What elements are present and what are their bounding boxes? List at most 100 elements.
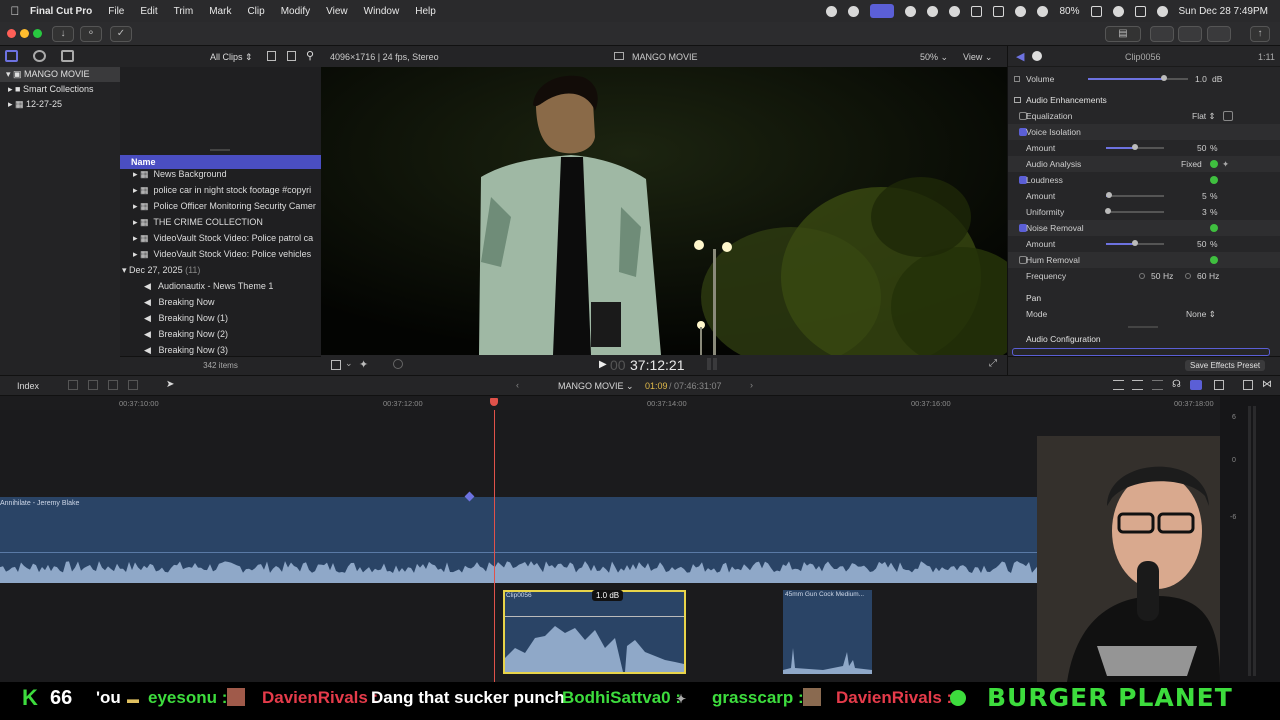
enhance-icon[interactable]: ✦: [359, 358, 368, 371]
overwrite-clip-icon[interactable]: [128, 380, 138, 390]
uniformity-slider[interactable]: [1104, 208, 1164, 214]
select-tool-icon[interactable]: ➤: [166, 379, 174, 390]
eq-graph-icon[interactable]: [1223, 111, 1233, 121]
list-item[interactable]: ◀ Audionautix - News Theme 1: [120, 278, 321, 294]
expand-icon[interactable]: ⋈: [1262, 379, 1272, 390]
control-center-icon[interactable]: [1134, 5, 1146, 17]
status-icon[interactable]: [826, 5, 838, 17]
list-item[interactable]: ▸ ▦ police car in night stock footage #c…: [120, 182, 321, 198]
timecode-display[interactable]: 37:12:21: [630, 357, 685, 373]
menu-window[interactable]: Window: [364, 6, 400, 17]
freq-60-radio[interactable]: [1185, 273, 1191, 279]
equalization-dropdown[interactable]: Flat ⇕: [1192, 108, 1216, 124]
zoom-in-icon[interactable]: [1132, 380, 1143, 390]
clip-volume-line[interactable]: [505, 616, 684, 617]
workspace-icon[interactable]: ▤: [1105, 26, 1141, 42]
freq-50-radio[interactable]: [1139, 273, 1145, 279]
audio-enhancements-header[interactable]: Audio Enhancements: [1008, 92, 1280, 108]
magic-wand-icon[interactable]: ✦: [1222, 156, 1229, 172]
show-timeline-icon[interactable]: [1178, 26, 1202, 42]
headphones-icon[interactable]: ☊: [1172, 379, 1181, 390]
insert-clip-icon[interactable]: [88, 380, 98, 390]
play-icon[interactable]: [927, 5, 939, 17]
import-icon[interactable]: ↓: [52, 26, 74, 42]
list-item[interactable]: ◀ Breaking Now (1): [120, 310, 321, 326]
creative-cloud-icon[interactable]: [848, 5, 860, 17]
photos-audio-icon[interactable]: [33, 50, 46, 62]
close-window-button[interactable]: [7, 29, 16, 38]
show-inspector-icon[interactable]: [1207, 26, 1231, 42]
list-item[interactable]: ◀ Breaking Now (2): [120, 326, 321, 342]
clip-appearance-icon[interactable]: [1214, 380, 1224, 390]
wifi-icon[interactable]: [1037, 5, 1049, 17]
audio-inspector-icon[interactable]: ◀: [1016, 50, 1024, 63]
slider-knob[interactable]: [1104, 208, 1111, 214]
battery-icon[interactable]: [1090, 5, 1102, 17]
volume-slider[interactable]: [1088, 75, 1188, 81]
info-inspector-icon[interactable]: [1032, 51, 1042, 61]
timeline-index-icon[interactable]: [1243, 380, 1253, 390]
menu-edit[interactable]: Edit: [140, 6, 157, 17]
volume-value[interactable]: 1.0: [1195, 71, 1207, 87]
volume-icon[interactable]: [949, 5, 961, 17]
timeline-ruler[interactable]: 00:37:10:00 00:37:12:00 00:37:14:00 00:3…: [0, 396, 1220, 410]
menu-app[interactable]: Final Cut Pro: [30, 6, 92, 17]
zoom-out-icon[interactable]: [1113, 380, 1124, 390]
noise-amount-slider[interactable]: [1106, 240, 1164, 246]
clip-filter-dropdown[interactable]: All Clips ⇕: [210, 52, 253, 63]
message-icon[interactable]: [993, 5, 1005, 17]
clock[interactable]: Sun Dec 28 7:49PM: [1179, 6, 1269, 17]
uniformity-value[interactable]: 3: [1202, 204, 1207, 220]
append-clip-icon[interactable]: [108, 380, 118, 390]
minimize-window-button[interactable]: [20, 29, 29, 38]
slider-knob[interactable]: [1105, 192, 1112, 198]
display-icon[interactable]: [971, 5, 983, 17]
menu-trim[interactable]: Trim: [174, 6, 194, 17]
zoom-dropdown[interactable]: 50% ⌄: [920, 52, 948, 63]
menu-clip[interactable]: Clip: [247, 6, 264, 17]
library-item-event[interactable]: ▸ ▦ 12-27-25: [0, 97, 120, 112]
library-item-smart-collections[interactable]: ▸ ■ Smart Collections: [0, 82, 120, 97]
list-item[interactable]: ▸ ▦ Police Officer Monitoring Security C…: [120, 198, 321, 214]
skimming-icon[interactable]: [1152, 380, 1163, 390]
pan-mode-dropdown[interactable]: None ⇕: [1186, 306, 1216, 322]
splitter-handle[interactable]: [1128, 326, 1158, 328]
clip-gun-cock[interactable]: 45mm Gun Cock Medium...: [783, 590, 872, 674]
apple-icon[interactable]: : [0, 4, 30, 18]
date-group-row[interactable]: ▾ Dec 27, 2025 (11): [120, 262, 321, 278]
timeline-project-menu[interactable]: MANGO MOVIE ⌄: [558, 381, 634, 392]
clip-clip0056[interactable]: Clip0056 1.0 dB: [503, 590, 686, 674]
save-effects-preset-button[interactable]: Save Effects Preset: [1185, 360, 1266, 371]
background-tasks-icon[interactable]: ✓: [110, 26, 132, 42]
menu-view[interactable]: View: [326, 6, 348, 17]
libraries-icon[interactable]: [5, 50, 18, 62]
zoom-window-button[interactable]: [33, 29, 42, 38]
video-viewer[interactable]: [321, 67, 1007, 355]
search-icon[interactable]: [1112, 5, 1124, 17]
slider-knob[interactable]: [1132, 144, 1138, 150]
slider-knob[interactable]: [1161, 75, 1167, 81]
playhead[interactable]: [494, 410, 495, 682]
list-item[interactable]: ▸ ▦ News Background: [120, 166, 321, 182]
index-button[interactable]: Index: [17, 381, 39, 391]
noise-amount-value[interactable]: 50: [1197, 236, 1206, 252]
vi-amount-slider[interactable]: [1106, 144, 1164, 150]
splitter-handle[interactable]: [210, 149, 230, 151]
clip-appearance-icon[interactable]: [267, 51, 276, 61]
menu-modify[interactable]: Modify: [281, 6, 310, 17]
browser-search-icon[interactable]: ⚲: [306, 49, 314, 62]
back-arrow-icon[interactable]: ‹: [516, 380, 519, 390]
timeline[interactable]: Annihilate - Jeremy Blake Clip0056 1.0 d…: [0, 410, 1220, 682]
view-dropdown[interactable]: View ⌄: [963, 52, 992, 63]
forward-arrow-icon[interactable]: ›: [750, 380, 753, 390]
fullscreen-icon[interactable]: ⤢: [989, 358, 997, 369]
snapping-icon[interactable]: [1190, 380, 1202, 390]
list-item[interactable]: ▸ ▦ THE CRIME COLLECTION: [120, 214, 321, 230]
globe-icon[interactable]: [905, 5, 917, 17]
transform-dropdown[interactable]: ⌄: [345, 358, 353, 369]
titles-generators-icon[interactable]: [61, 50, 74, 62]
connect-clip-icon[interactable]: [68, 380, 78, 390]
audio-config-header[interactable]: Audio Configuration: [1008, 331, 1280, 347]
show-browser-icon[interactable]: [1150, 26, 1174, 42]
audio-config-component[interactable]: [1012, 348, 1270, 356]
